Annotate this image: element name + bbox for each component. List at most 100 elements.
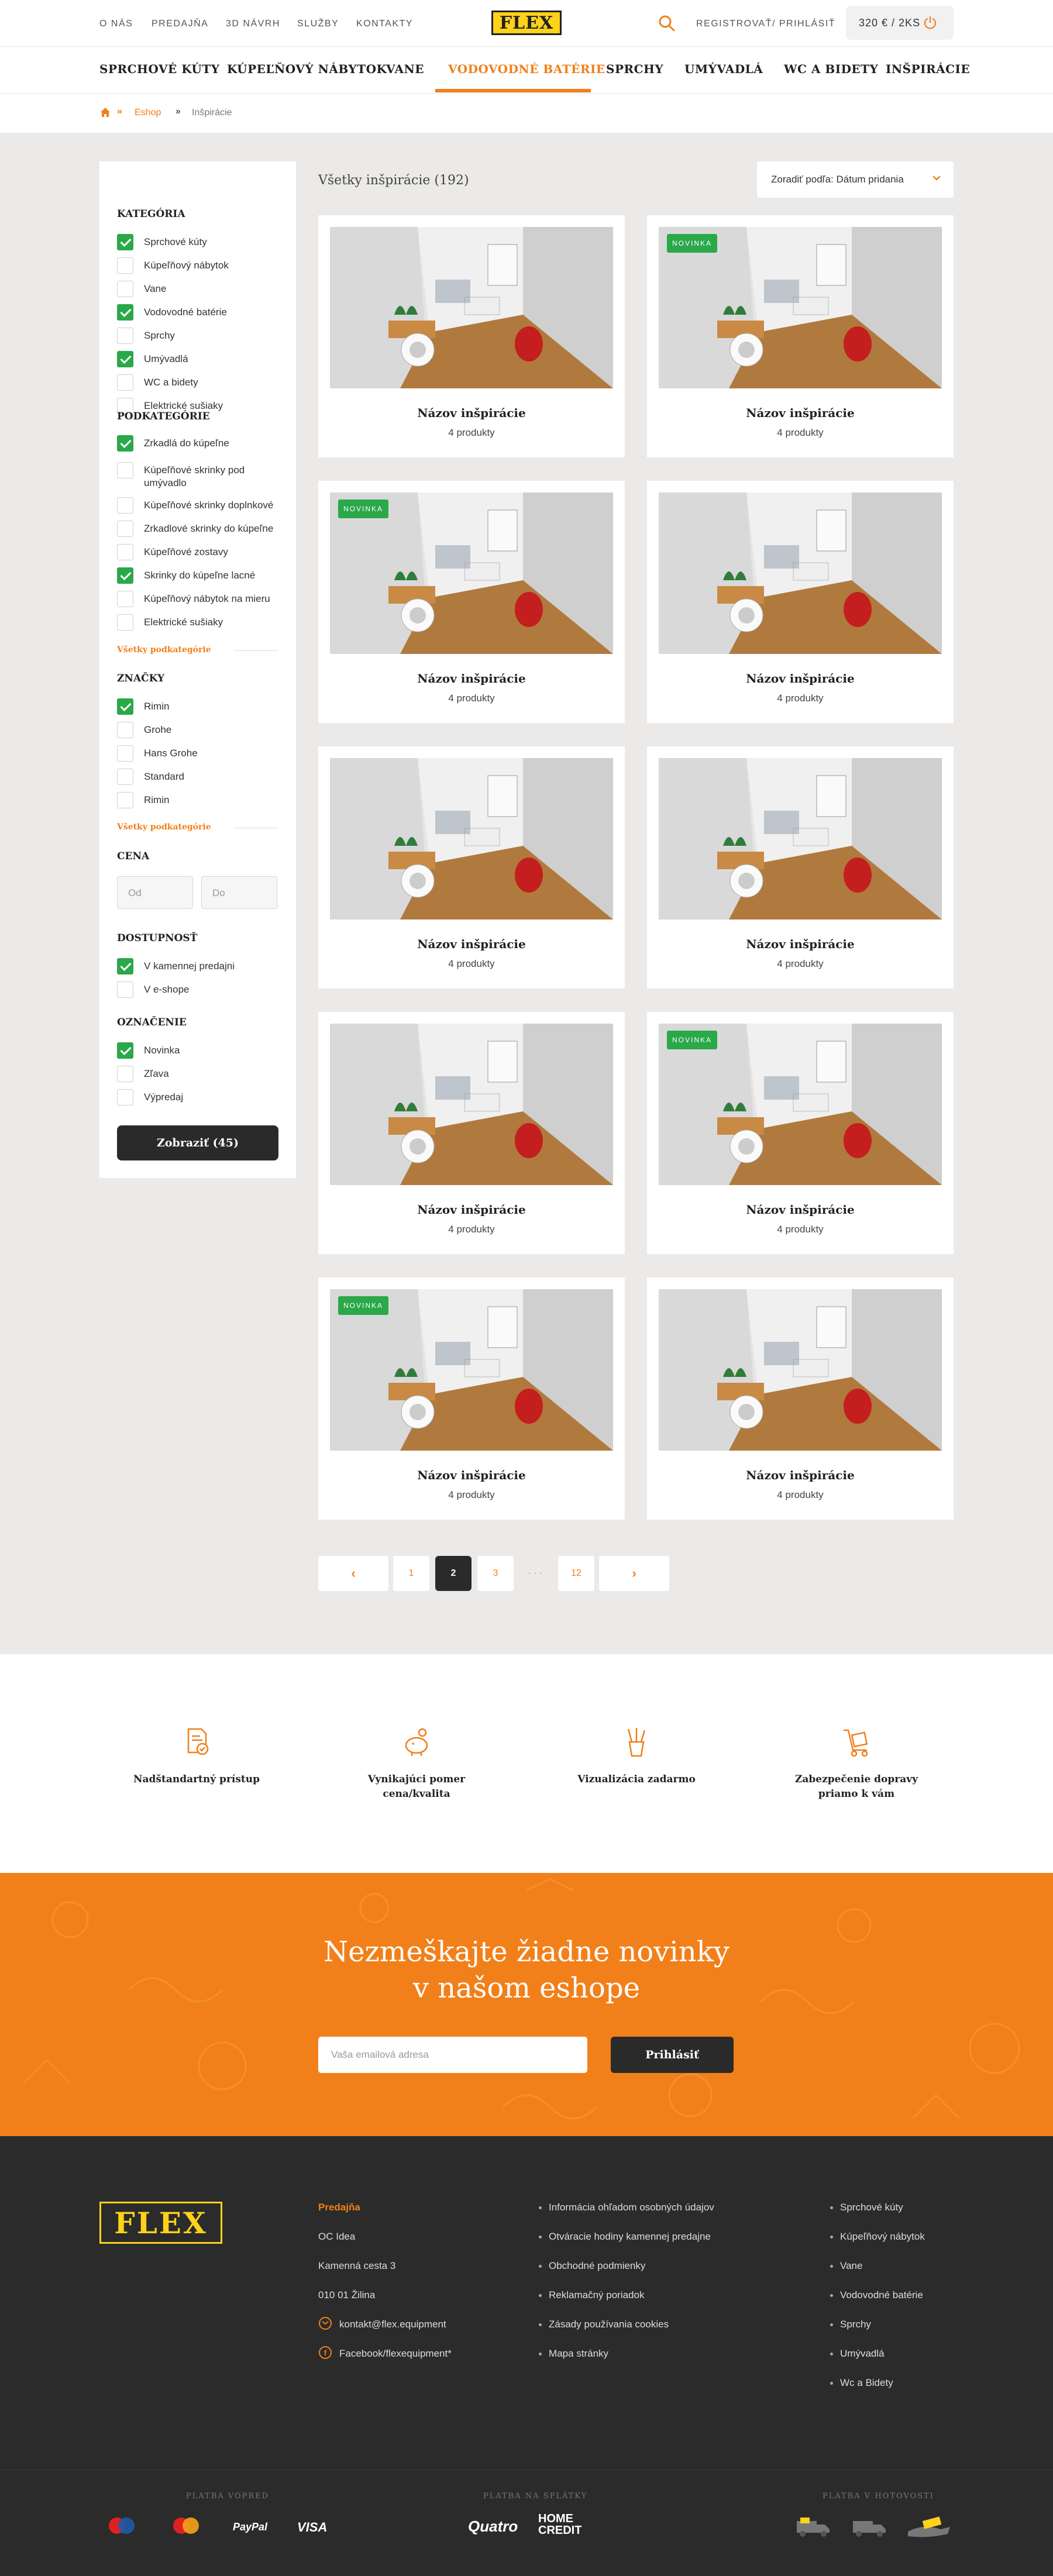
inspiration-card[interactable]: Názov inšpirácie 4 produkty — [318, 215, 625, 457]
subcategory-label[interactable]: Skrinky do kúpeľne lacné — [144, 569, 284, 582]
availability-label[interactable]: V e-shope — [144, 983, 284, 996]
logo[interactable]: FLEX — [491, 11, 562, 35]
cart-button[interactable]: 320 € / 2KS — [846, 6, 954, 40]
category-checkbox[interactable] — [117, 374, 133, 391]
inspiration-card[interactable]: Názov inšpirácie 4 produkty — [647, 481, 954, 723]
email-input[interactable]: Vaša emailová adresa — [318, 2037, 587, 2073]
footer-category-link[interactable]: Vane — [830, 2260, 862, 2272]
category-checkbox[interactable] — [117, 281, 133, 297]
brand-checkbox[interactable] — [117, 698, 133, 715]
brand-checkbox[interactable] — [117, 769, 133, 785]
inspiration-image[interactable] — [330, 1024, 613, 1185]
subcategory-checkbox[interactable] — [117, 435, 133, 452]
brand-label[interactable]: Rimin — [144, 700, 284, 713]
footer-info-link[interactable]: Mapa stránky — [538, 2348, 608, 2360]
breadcrumb-eshop[interactable]: Eshop — [135, 108, 161, 118]
top-link-store[interactable]: PREDAJŇA — [152, 19, 208, 29]
availability-checkbox[interactable] — [117, 958, 133, 974]
subcategory-label[interactable]: Zrkadlové skrinky do kúpeľne — [144, 522, 284, 535]
footer-category-link[interactable]: Umývadlá — [830, 2348, 885, 2360]
next-page-button[interactable]: › — [599, 1556, 669, 1591]
top-link-contacts[interactable]: KONTAKTY — [356, 19, 413, 29]
card-title[interactable]: Názov inšpirácie — [647, 406, 954, 420]
category-label[interactable]: Umývadlá — [144, 353, 284, 366]
nav-washbasins[interactable]: UMÝVADLÁ — [684, 62, 763, 76]
inspiration-image[interactable]: NOVINKA — [659, 1024, 942, 1185]
nav-shower-enclosures[interactable]: SPRCHOVÉ KÚTY — [99, 62, 219, 76]
label-label[interactable]: Výpredaj — [144, 1091, 284, 1104]
inspiration-card[interactable]: NOVINKA Názov inšpirácie 4 produkty — [647, 215, 954, 457]
footer-category-link[interactable]: Kúpeľňový nábytok — [830, 2231, 925, 2243]
card-title[interactable]: Názov inšpirácie — [318, 406, 625, 420]
category-checkbox[interactable] — [117, 234, 133, 250]
inspiration-image[interactable] — [659, 493, 942, 654]
category-label[interactable]: Kúpeľňový nábytok — [144, 259, 284, 272]
subcategory-label[interactable]: Kúpeľňové skrinky pod umývadlo — [144, 464, 284, 490]
top-link-services[interactable]: SLUŽBY — [297, 19, 339, 29]
prev-page-button[interactable]: ‹ — [318, 1556, 388, 1591]
category-label[interactable]: Sprchové kúty — [144, 236, 284, 249]
brand-checkbox[interactable] — [117, 722, 133, 738]
label-checkbox[interactable] — [117, 1042, 133, 1059]
footer-category-link[interactable]: Sprchy — [830, 2319, 871, 2330]
inspiration-image[interactable] — [330, 758, 613, 919]
footer-logo[interactable]: FLEX — [99, 2202, 222, 2244]
card-title[interactable]: Názov inšpirácie — [647, 1468, 954, 1482]
nav-faucets[interactable]: VODOVODNÉ BATÉRIE — [448, 62, 605, 76]
subcategory-checkbox[interactable] — [117, 521, 133, 537]
inspiration-card[interactable]: NOVINKA Názov inšpirácie 4 produkty — [318, 1277, 625, 1520]
brand-checkbox[interactable] — [117, 745, 133, 762]
label-checkbox[interactable] — [117, 1066, 133, 1082]
label-label[interactable]: Novinka — [144, 1044, 284, 1057]
price-from-input[interactable]: Od — [117, 876, 193, 909]
footer-facebook-link[interactable]: Facebook/flexequipment* — [339, 2348, 452, 2360]
footer-email-link[interactable]: kontakt@flex.equipment — [339, 2319, 446, 2330]
inspiration-image[interactable]: NOVINKA — [330, 493, 613, 654]
category-label[interactable]: Vodovodné batérie — [144, 306, 284, 319]
card-title[interactable]: Názov inšpirácie — [647, 937, 954, 951]
card-title[interactable]: Názov inšpirácie — [318, 671, 625, 686]
subcategory-label[interactable]: Zrkadlá do kúpeľne — [144, 437, 284, 450]
availability-label[interactable]: V kamennej predajni — [144, 960, 284, 973]
card-title[interactable]: Názov inšpirácie — [318, 1203, 625, 1217]
subcategory-checkbox[interactable] — [117, 567, 133, 584]
nav-wc-bidets[interactable]: WC A BIDETY — [784, 62, 878, 76]
category-label[interactable]: Sprchy — [144, 329, 284, 342]
footer-category-link[interactable]: Vodovodné batérie — [830, 2289, 923, 2301]
category-checkbox[interactable] — [117, 257, 133, 274]
subcategory-checkbox[interactable] — [117, 591, 133, 607]
subcategory-label[interactable]: Elektrické sušiaky — [144, 616, 284, 629]
subcategory-checkbox[interactable] — [117, 614, 133, 631]
inspiration-card[interactable]: Názov inšpirácie 4 produkty — [647, 746, 954, 989]
brand-label[interactable]: Rimin — [144, 794, 284, 807]
category-label[interactable]: Vane — [144, 283, 284, 295]
subcategory-checkbox[interactable] — [117, 544, 133, 560]
footer-info-link[interactable]: Zásady používania cookies — [538, 2319, 669, 2330]
subcategory-label[interactable]: Kúpeľňové skrinky doplnkové — [144, 499, 284, 512]
inspiration-image[interactable] — [659, 1289, 942, 1451]
search-icon[interactable] — [658, 14, 676, 33]
category-checkbox[interactable] — [117, 304, 133, 321]
availability-checkbox[interactable] — [117, 982, 133, 998]
subcategory-checkbox[interactable] — [117, 462, 133, 478]
inspiration-image[interactable]: NOVINKA — [659, 227, 942, 388]
brand-label[interactable]: Hans Grohe — [144, 747, 284, 760]
page-button[interactable]: 12 — [558, 1556, 594, 1591]
register-login-link[interactable]: REGISTROVAŤ/ PRIHLÁSIŤ — [696, 19, 835, 29]
inspiration-card[interactable]: Názov inšpirácie 4 produkty — [318, 746, 625, 989]
top-link-3d-design[interactable]: 3D NÁVRH — [226, 19, 280, 29]
nav-bathtubs[interactable]: VANE — [386, 62, 424, 76]
card-title[interactable]: Názov inšpirácie — [647, 1203, 954, 1217]
label-label[interactable]: Zľava — [144, 1067, 284, 1080]
footer-info-link[interactable]: Informácia ohľadom osobných údajov — [539, 2202, 714, 2213]
footer-category-link[interactable]: Sprchové kúty — [830, 2202, 903, 2213]
home-icon[interactable] — [99, 106, 111, 118]
subscribe-button[interactable]: Prihlásiť — [611, 2037, 734, 2073]
card-title[interactable]: Názov inšpirácie — [318, 937, 625, 951]
sort-select[interactable]: Zoradiť podľa: Dátum pridania — [757, 161, 954, 198]
label-checkbox[interactable] — [117, 1089, 133, 1106]
inspiration-card[interactable]: NOVINKA Názov inšpirácie 4 produkty — [647, 1012, 954, 1254]
card-title[interactable]: Názov inšpirácie — [318, 1468, 625, 1482]
subcategory-checkbox[interactable] — [117, 497, 133, 514]
inspiration-image[interactable]: NOVINKA — [330, 1289, 613, 1451]
